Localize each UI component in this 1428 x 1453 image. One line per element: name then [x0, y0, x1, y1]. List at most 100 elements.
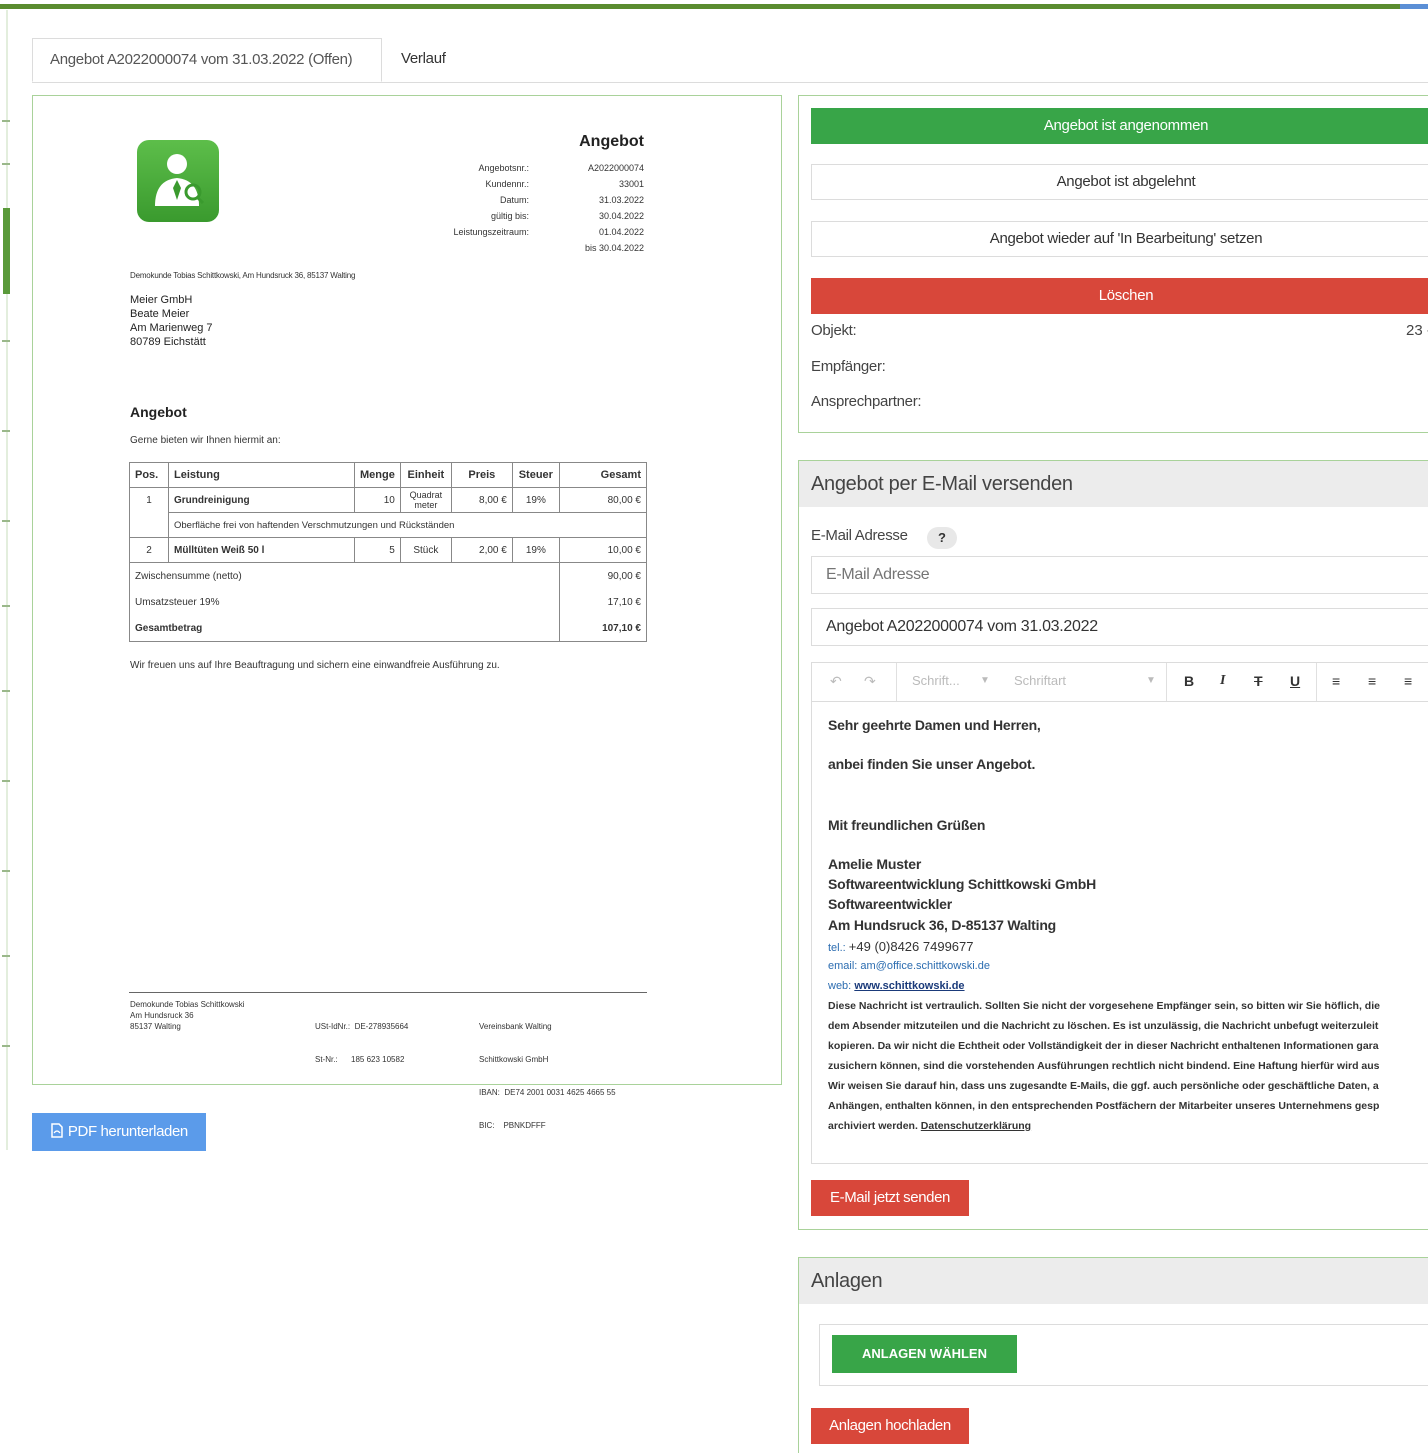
table-header-row: Pos. Leistung Menge Einheit Preis Steuer…: [129, 462, 648, 488]
send-email-button[interactable]: E-Mail jetzt senden: [811, 1180, 969, 1216]
cell-steuer: 19%: [511, 537, 560, 563]
cell-preis: 8,00 €: [450, 487, 513, 513]
toolbar-divider: [896, 663, 898, 701]
signature-role: Softwareentwickler: [828, 896, 952, 912]
meta-value: A2022000074: [587, 163, 644, 173]
attachments-dropzone[interactable]: ANLAGEN WÄHLEN: [819, 1324, 1428, 1386]
privacy-link[interactable]: Datenschutzerklärung: [921, 1120, 1031, 1132]
disclaimer-line: archiviert werden. Datenschutzerklärung: [828, 1116, 1428, 1136]
offer-document: Angebot Angebotsnr.: Kundennr.: Datum: g…: [33, 96, 781, 1130]
footer-line: BIC: PBNKDFFF: [479, 1121, 546, 1130]
vat-label: Umsatzsteuer 19%: [129, 589, 560, 615]
footer-tax: USt-IdNr.: DE-278935664 St-Nr.: 185 623 …: [315, 999, 408, 1087]
left-tick: [2, 163, 10, 165]
redo-icon[interactable]: ↷: [864, 673, 876, 690]
disclaimer-line: Wir weisen Sie darauf hin, dass uns zuge…: [828, 1080, 1379, 1092]
align-center-icon[interactable]: ≡: [1368, 673, 1376, 689]
toolbar-divider: [1166, 663, 1168, 701]
disclaimer-line: dem Absender mitzuteilen und die Nachric…: [828, 1020, 1379, 1032]
cell-gesamt: 10,00 €: [558, 537, 648, 563]
recipient-label: Empfänger:: [811, 358, 886, 375]
meta-label: Leistungszeitraum:: [453, 227, 529, 237]
signature-web: web: www.schittkowski.de: [828, 980, 965, 992]
footer-line: Vereinsbank Walting: [479, 1022, 552, 1031]
help-icon[interactable]: ?: [927, 527, 957, 549]
bold-icon[interactable]: B: [1184, 673, 1194, 689]
disclaimer-line: kopieren. Da wir nicht die Echtheit oder…: [828, 1040, 1379, 1052]
italic-icon[interactable]: I: [1220, 673, 1225, 689]
left-tick: [2, 870, 10, 872]
cell-leistung: Grundreinigung: [168, 487, 355, 513]
align-right-icon[interactable]: ≡: [1404, 673, 1412, 689]
tab-history[interactable]: Verlauf: [384, 38, 463, 82]
column-header: Steuer: [511, 462, 560, 488]
left-tick: [2, 690, 10, 692]
meta-value: 31.03.2022: [598, 195, 644, 205]
font-family-select[interactable]: Schriftart: [1014, 673, 1066, 688]
offer-intro: Gerne bieten wir Ihnen hiermit an:: [130, 435, 281, 446]
choose-attachments-button[interactable]: ANLAGEN WÄHLEN: [832, 1335, 1017, 1373]
reset-offer-button[interactable]: Angebot wieder auf 'In Bearbeitung' setz…: [811, 221, 1428, 257]
footer-bank: Vereinsbank Walting Schittkowski GmbH IB…: [479, 999, 616, 1153]
font-size-select[interactable]: Schrift...: [912, 673, 960, 688]
meta-label: Kundennr.:: [485, 179, 529, 189]
footer-line: Schittkowski GmbH: [479, 1055, 549, 1064]
attachments-title: Anlagen: [799, 1258, 1428, 1304]
web-link[interactable]: www.schittkowski.de: [854, 980, 964, 992]
subtotal-label: Zwischensumme (netto): [129, 562, 560, 589]
top-bar-green: [0, 4, 1400, 9]
object-value: 23 -: [1406, 322, 1428, 339]
email-panel-title: Angebot per E-Mail versenden: [799, 461, 1428, 507]
sender-line: Demokunde Tobias Schittkowski, Am Hundsr…: [130, 271, 356, 280]
document-meta-labels: Angebotsnr.: Kundennr.: Datum: gültig bi…: [393, 160, 529, 240]
accept-offer-button[interactable]: Angebot ist angenommen: [811, 108, 1428, 144]
email-value: am@office.schittkowski.de: [860, 960, 990, 972]
table-row: 1 Grundreinigung 10 Quadrat meter 8,00 €…: [129, 487, 648, 513]
closing-text: Wir freuen uns auf Ihre Beauftragung und…: [130, 660, 500, 671]
footer-line: Am Hundsruck 36: [130, 1011, 194, 1020]
cell-leistung: Mülltüten Weiß 50 l: [168, 537, 355, 563]
web-label: web:: [828, 980, 852, 992]
cell-steuer: 19%: [511, 487, 560, 513]
left-sidebar-indicator: [3, 208, 10, 294]
underline-icon[interactable]: U: [1290, 673, 1300, 689]
pdf-download-label: PDF herunterladen: [67, 1123, 188, 1140]
subtotal-row: Zwischensumme (netto) 90,00 €: [129, 562, 648, 589]
meta-value: 33001: [618, 179, 644, 189]
email-subject-input[interactable]: Angebot A2022000074 vom 31.03.2022: [811, 608, 1428, 646]
footer-line: IBAN: DE74 2001 0031 4625 4665 55: [479, 1088, 616, 1097]
total-label: Gesamtbetrag: [129, 615, 560, 642]
email-greeting: Sehr geehrte Damen und Herren,: [828, 717, 1041, 733]
total-value: 107,10 €: [558, 615, 648, 642]
decline-offer-button[interactable]: Angebot ist abgelehnt: [811, 164, 1428, 200]
cell-pos: 2: [129, 537, 169, 563]
meta-value: bis 30.04.2022: [584, 243, 644, 253]
address-line: Meier GmbH: [130, 294, 193, 306]
left-tick: [2, 1045, 10, 1047]
column-header: Gesamt: [558, 462, 648, 488]
email-address-input[interactable]: [811, 556, 1428, 594]
phone-value: +49 (0)8426 7499677: [848, 939, 974, 954]
email-body-editor[interactable]: ↶ ↷ Schrift... ▼ Schriftart ▼ B I T U ≡ …: [811, 662, 1428, 1164]
address-line: Am Marienweg 7: [130, 322, 213, 334]
chevron-down-icon: ▼: [1146, 675, 1156, 686]
top-progress-bar: [0, 0, 1428, 10]
signature-phone: tel.: +49 (0)8426 7499677: [828, 939, 974, 954]
cell-menge: 10: [354, 487, 401, 513]
meta-value: 30.04.2022: [598, 211, 644, 221]
undo-icon[interactable]: ↶: [830, 673, 842, 690]
upload-attachments-button[interactable]: Anlagen hochladen: [811, 1408, 969, 1444]
column-header: Einheit: [399, 462, 452, 488]
offer-preview: Angebot Angebotsnr.: Kundennr.: Datum: g…: [32, 95, 782, 1130]
delete-offer-button[interactable]: Löschen: [811, 278, 1428, 314]
pdf-download-button[interactable]: PDF herunterladen: [32, 1113, 206, 1151]
align-left-icon[interactable]: ≡: [1332, 673, 1340, 689]
subtotal-value: 90,00 €: [558, 562, 648, 589]
signature-company: Softwareentwicklung Schittkowski GmbH: [828, 876, 1096, 892]
tab-offer[interactable]: Angebot A2022000074 vom 31.03.2022 (Offe…: [32, 38, 382, 82]
left-tick: [2, 430, 10, 432]
cell-gesamt: 80,00 €: [558, 487, 648, 513]
offer-actions-panel: Angebot ist angenommen Angebot ist abgel…: [798, 95, 1428, 433]
cell-menge: 5: [354, 537, 401, 563]
strikethrough-icon[interactable]: T: [1254, 673, 1263, 689]
